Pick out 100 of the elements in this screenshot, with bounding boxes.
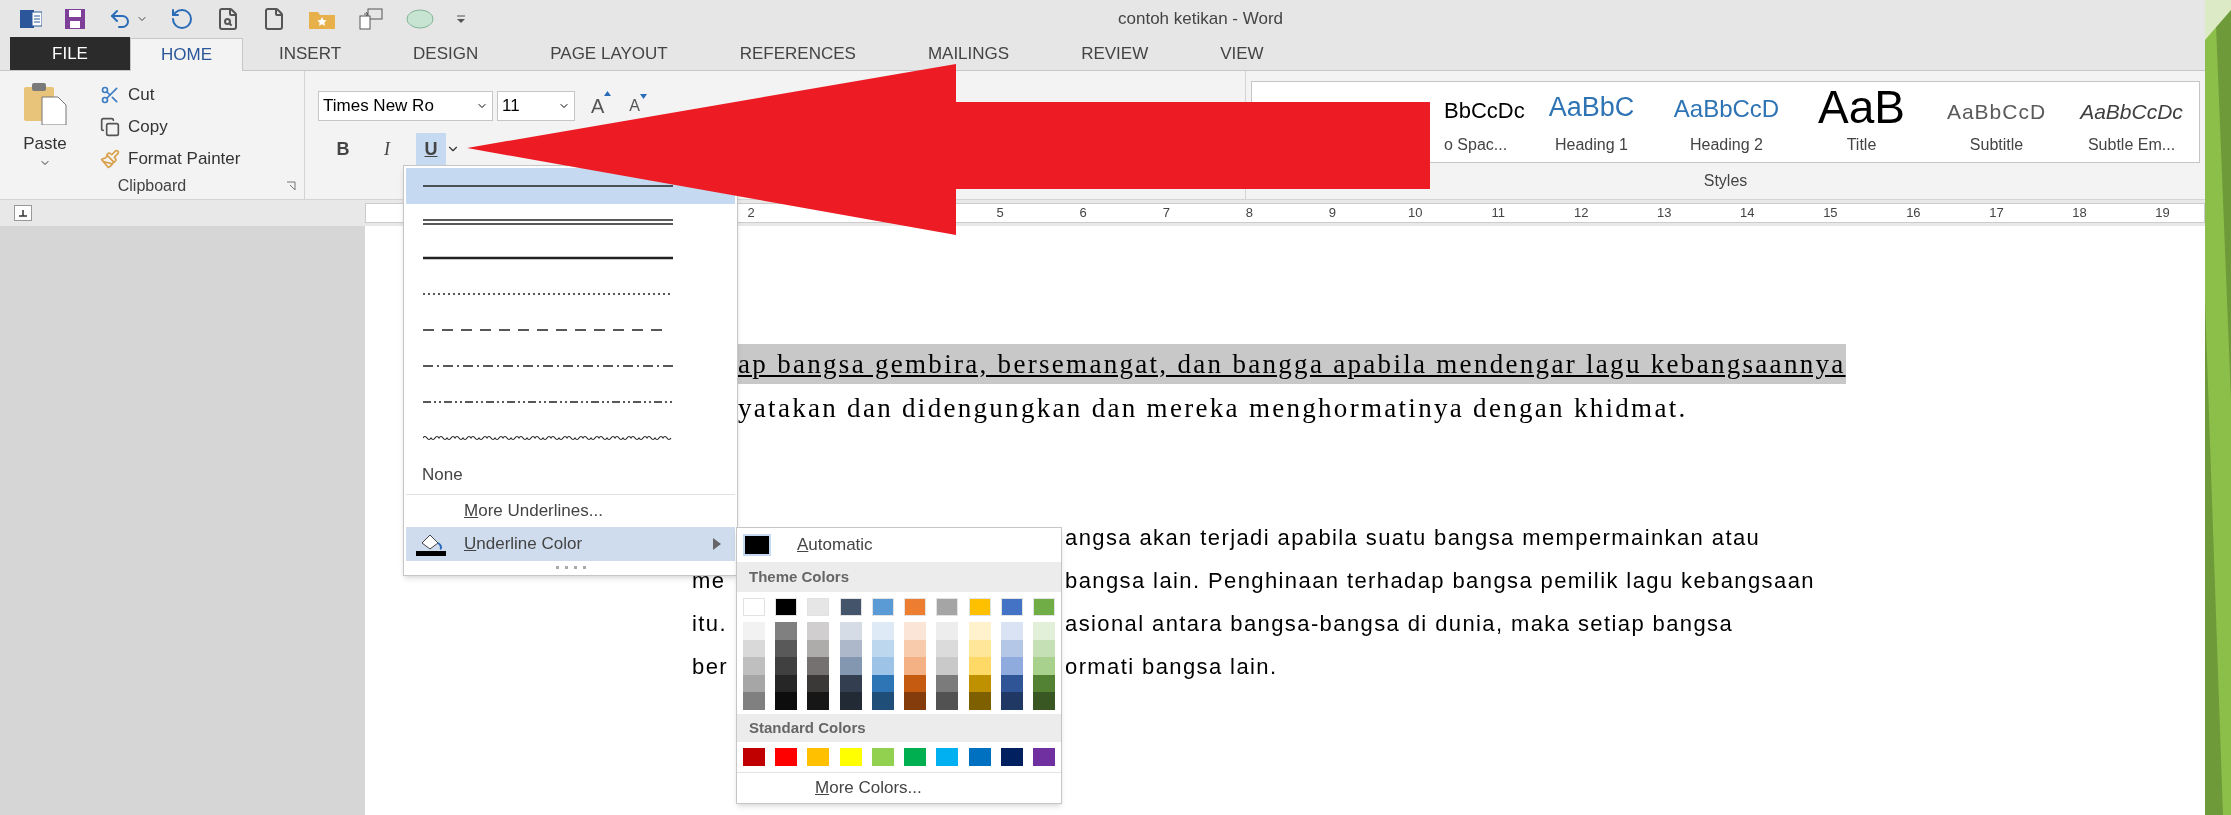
color-swatch[interactable] xyxy=(807,747,830,766)
print-preview-icon[interactable] xyxy=(216,7,240,31)
color-swatch[interactable] xyxy=(1032,674,1055,693)
style-option[interactable]: BbCcDc o Spac... xyxy=(1444,82,1524,162)
color-swatch[interactable] xyxy=(904,747,927,766)
color-swatch[interactable] xyxy=(839,747,862,766)
color-swatch[interactable] xyxy=(871,657,894,675)
color-swatch[interactable] xyxy=(1032,598,1055,616)
color-swatch[interactable] xyxy=(1000,674,1023,693)
format-painter-button[interactable]: Format Painter xyxy=(100,145,241,173)
word-logo-icon[interactable] xyxy=(20,8,42,30)
color-swatch[interactable] xyxy=(871,639,894,658)
font-size-field[interactable]: 11 xyxy=(497,91,575,121)
customize-icon[interactable] xyxy=(456,14,466,24)
color-swatch[interactable] xyxy=(871,674,894,693)
shrink-font-button[interactable]: A xyxy=(629,94,647,118)
menu-item[interactable]: More Colors... xyxy=(737,772,1061,803)
undo-icon[interactable] xyxy=(108,7,132,31)
color-swatch[interactable] xyxy=(1032,657,1055,675)
color-swatch[interactable] xyxy=(1000,639,1023,658)
file-tab[interactable]: FILE xyxy=(10,37,130,70)
ribbon-tab[interactable]: REFERENCES xyxy=(709,37,886,70)
italic-button[interactable]: I xyxy=(372,133,402,165)
menu-item[interactable]: Underline Color xyxy=(406,527,735,561)
color-swatch[interactable] xyxy=(1000,692,1023,710)
style-option[interactable]: AaBbCcDc Subtle Em... xyxy=(2064,82,2199,162)
color-swatch[interactable] xyxy=(936,747,959,766)
style-option[interactable]: AaBbCcD Heading 2 xyxy=(1659,82,1794,162)
color-swatch[interactable] xyxy=(904,622,927,640)
color-swatch[interactable] xyxy=(839,639,862,658)
color-swatch[interactable] xyxy=(968,674,991,693)
bold-button[interactable]: B xyxy=(328,133,358,165)
color-swatch[interactable] xyxy=(775,747,798,766)
color-swatch[interactable] xyxy=(871,747,894,766)
color-swatch[interactable] xyxy=(936,598,959,616)
ribbon-tab[interactable]: HOME xyxy=(130,38,243,71)
color-swatch[interactable] xyxy=(839,657,862,675)
color-swatch[interactable] xyxy=(839,692,862,710)
style-option[interactable]: AaB Title xyxy=(1794,82,1929,162)
cut-button[interactable]: Cut xyxy=(100,81,241,109)
new-document-icon[interactable] xyxy=(262,7,286,31)
tab-selector-icon[interactable] xyxy=(14,205,32,221)
color-swatch[interactable] xyxy=(1000,598,1023,616)
color-swatch[interactable] xyxy=(936,657,959,675)
grow-font-button[interactable]: A xyxy=(591,91,612,121)
color-swatch[interactable] xyxy=(807,598,830,616)
ribbon-tab[interactable]: VIEW xyxy=(1190,37,1294,70)
color-swatch[interactable] xyxy=(1000,622,1023,640)
color-swatch[interactable] xyxy=(775,692,798,710)
menu-item[interactable]: More Underlines... xyxy=(404,495,737,527)
ribbon-tab[interactable]: MAILINGS xyxy=(897,37,1040,70)
color-swatch[interactable] xyxy=(1032,622,1055,640)
compare-icon[interactable] xyxy=(358,8,384,30)
redo-icon[interactable] xyxy=(170,7,194,31)
color-swatch[interactable] xyxy=(871,598,894,616)
color-swatch[interactable] xyxy=(968,598,991,616)
color-swatch[interactable] xyxy=(936,622,959,640)
color-swatch[interactable] xyxy=(807,692,830,710)
ribbon-tab[interactable]: REVIEW xyxy=(1051,37,1179,70)
color-swatch[interactable] xyxy=(775,598,798,616)
color-swatch[interactable] xyxy=(807,622,830,640)
color-swatch[interactable] xyxy=(968,639,991,658)
color-swatch[interactable] xyxy=(743,692,765,710)
color-swatch[interactable] xyxy=(1000,747,1023,766)
color-swatch[interactable] xyxy=(1000,657,1023,675)
style-option[interactable]: AaBbCcD Subtitle xyxy=(1929,82,2064,162)
resize-grip-icon[interactable] xyxy=(555,565,586,569)
color-swatch[interactable] xyxy=(968,657,991,675)
color-swatch[interactable] xyxy=(1032,692,1055,710)
color-swatch[interactable] xyxy=(807,657,830,675)
menu-item[interactable]: Automatic xyxy=(737,528,1061,562)
color-swatch[interactable] xyxy=(904,692,927,710)
color-swatch[interactable] xyxy=(936,692,959,710)
color-swatch[interactable] xyxy=(775,657,798,675)
color-swatch[interactable] xyxy=(968,692,991,710)
dialog-launcher-icon[interactable] xyxy=(286,181,296,191)
color-swatch[interactable] xyxy=(743,622,765,640)
underline-button[interactable]: U xyxy=(416,133,446,165)
color-swatch[interactable] xyxy=(968,747,991,766)
style-option[interactable]: AaBbC Heading 1 xyxy=(1524,82,1659,162)
color-swatch[interactable] xyxy=(1032,747,1055,766)
ribbon-tab[interactable]: DESIGN xyxy=(383,37,509,70)
color-swatch[interactable] xyxy=(1032,639,1055,658)
ribbon-tab[interactable]: INSERT xyxy=(249,37,372,70)
color-swatch[interactable] xyxy=(839,622,862,640)
color-swatch[interactable] xyxy=(743,747,765,766)
paste-button[interactable]: Paste xyxy=(0,81,90,173)
color-swatch[interactable] xyxy=(839,598,862,616)
color-swatch[interactable] xyxy=(904,598,927,616)
copy-button[interactable]: Copy xyxy=(100,113,241,141)
color-swatch[interactable] xyxy=(743,657,765,675)
color-swatch[interactable] xyxy=(871,692,894,710)
ribbon-tab[interactable]: PAGE LAYOUT xyxy=(520,37,698,70)
color-swatch[interactable] xyxy=(839,674,862,693)
color-swatch[interactable] xyxy=(743,598,765,616)
font-name-field[interactable]: Times New Ro xyxy=(318,91,493,121)
save-icon[interactable] xyxy=(64,8,86,30)
color-swatch[interactable] xyxy=(968,622,991,640)
menu-item[interactable]: None xyxy=(404,456,737,494)
color-swatch[interactable] xyxy=(775,622,798,640)
